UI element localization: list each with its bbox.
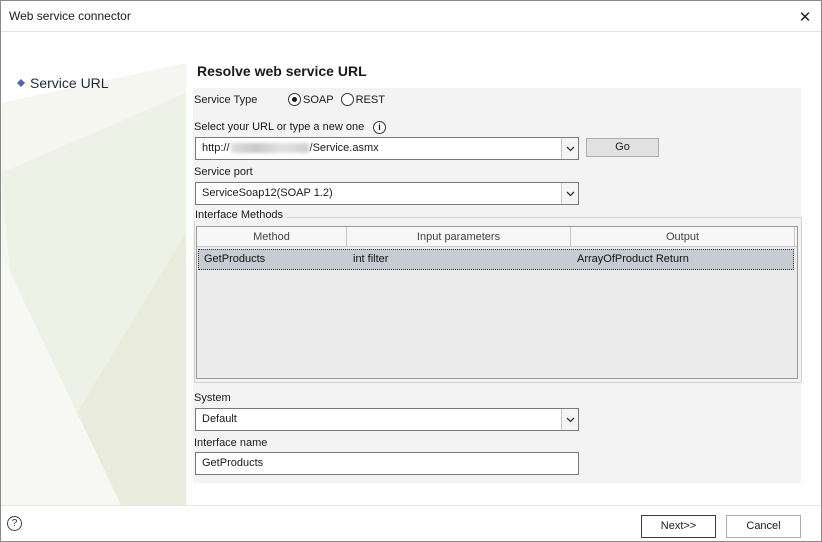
service-type-radio-group: SOAP REST [288, 93, 392, 106]
rest-radio-label: REST [355, 93, 385, 106]
service-port-value: ServiceSoap12(SOAP 1.2) [202, 187, 333, 199]
diamond-bullet-icon [17, 79, 25, 87]
service-port-combobox[interactable]: ServiceSoap12(SOAP 1.2) [195, 182, 579, 205]
column-header-input-parameters[interactable]: Input parameters [347, 227, 571, 246]
table-header: Method Input parameters Output [197, 227, 797, 247]
service-type-label: Service Type [194, 94, 258, 106]
system-value: Default [202, 413, 237, 425]
sidebar-item-service-url[interactable]: Service URL [17, 75, 109, 91]
url-combobox[interactable]: http:// /Service.asmx [195, 137, 579, 160]
sidebar-item-label: Service URL [30, 75, 109, 91]
url-suffix: /Service.asmx [309, 142, 379, 154]
info-icon[interactable]: i [373, 121, 386, 134]
next-button[interactable]: Next>> [641, 515, 716, 538]
interface-methods-table[interactable]: Method Input parameters Output GetProduc… [196, 226, 798, 379]
cancel-button[interactable]: Cancel [726, 515, 801, 538]
column-header-method[interactable]: Method [197, 227, 347, 246]
interface-methods-title: Interface Methods [194, 209, 287, 221]
cell-input-parameters: int filter [353, 253, 389, 265]
radio-unselected-icon [340, 93, 354, 106]
redacted-host [230, 143, 309, 154]
table-row[interactable]: GetProducts int filter ArrayOfProduct Re… [198, 249, 794, 270]
dialog-footer: ? Next>> Cancel [1, 505, 821, 541]
column-header-output[interactable]: Output [571, 227, 795, 246]
interface-name-input[interactable]: GetProducts [195, 452, 579, 475]
system-combobox[interactable]: Default [195, 408, 579, 431]
interface-name-label: Interface name [194, 437, 268, 449]
close-button[interactable]: ✕ [789, 1, 821, 32]
web-service-connector-dialog: Web service connector ✕ Service URL Reso… [0, 0, 822, 542]
cell-output: ArrayOfProduct Return [577, 253, 689, 265]
help-icon[interactable]: ? [7, 516, 22, 531]
window-title: Web service connector [9, 9, 131, 23]
soap-radio-label: SOAP [303, 93, 334, 106]
chevron-down-icon[interactable] [561, 409, 578, 430]
close-icon: ✕ [798, 8, 812, 26]
go-button[interactable]: Go [586, 138, 659, 157]
rest-radio[interactable]: REST [340, 93, 385, 106]
radio-selected-icon [288, 93, 301, 106]
wizard-steps-pane: Service URL [1, 33, 186, 505]
url-prefix: http:// [202, 142, 230, 154]
service-port-label: Service port [194, 166, 253, 178]
cell-method: GetProducts [204, 253, 266, 265]
chevron-down-icon[interactable] [561, 138, 578, 159]
page-title: Resolve web service URL [197, 63, 367, 79]
chevron-down-icon[interactable] [561, 183, 578, 204]
main-content: Resolve web service URL Service Type SOA… [187, 33, 821, 505]
soap-radio[interactable]: SOAP [288, 93, 334, 106]
title-bar: Web service connector ✕ [1, 1, 821, 32]
url-label: Select your URL or type a new one [194, 121, 365, 133]
decorative-background [1, 63, 186, 505]
system-label: System [194, 392, 231, 404]
